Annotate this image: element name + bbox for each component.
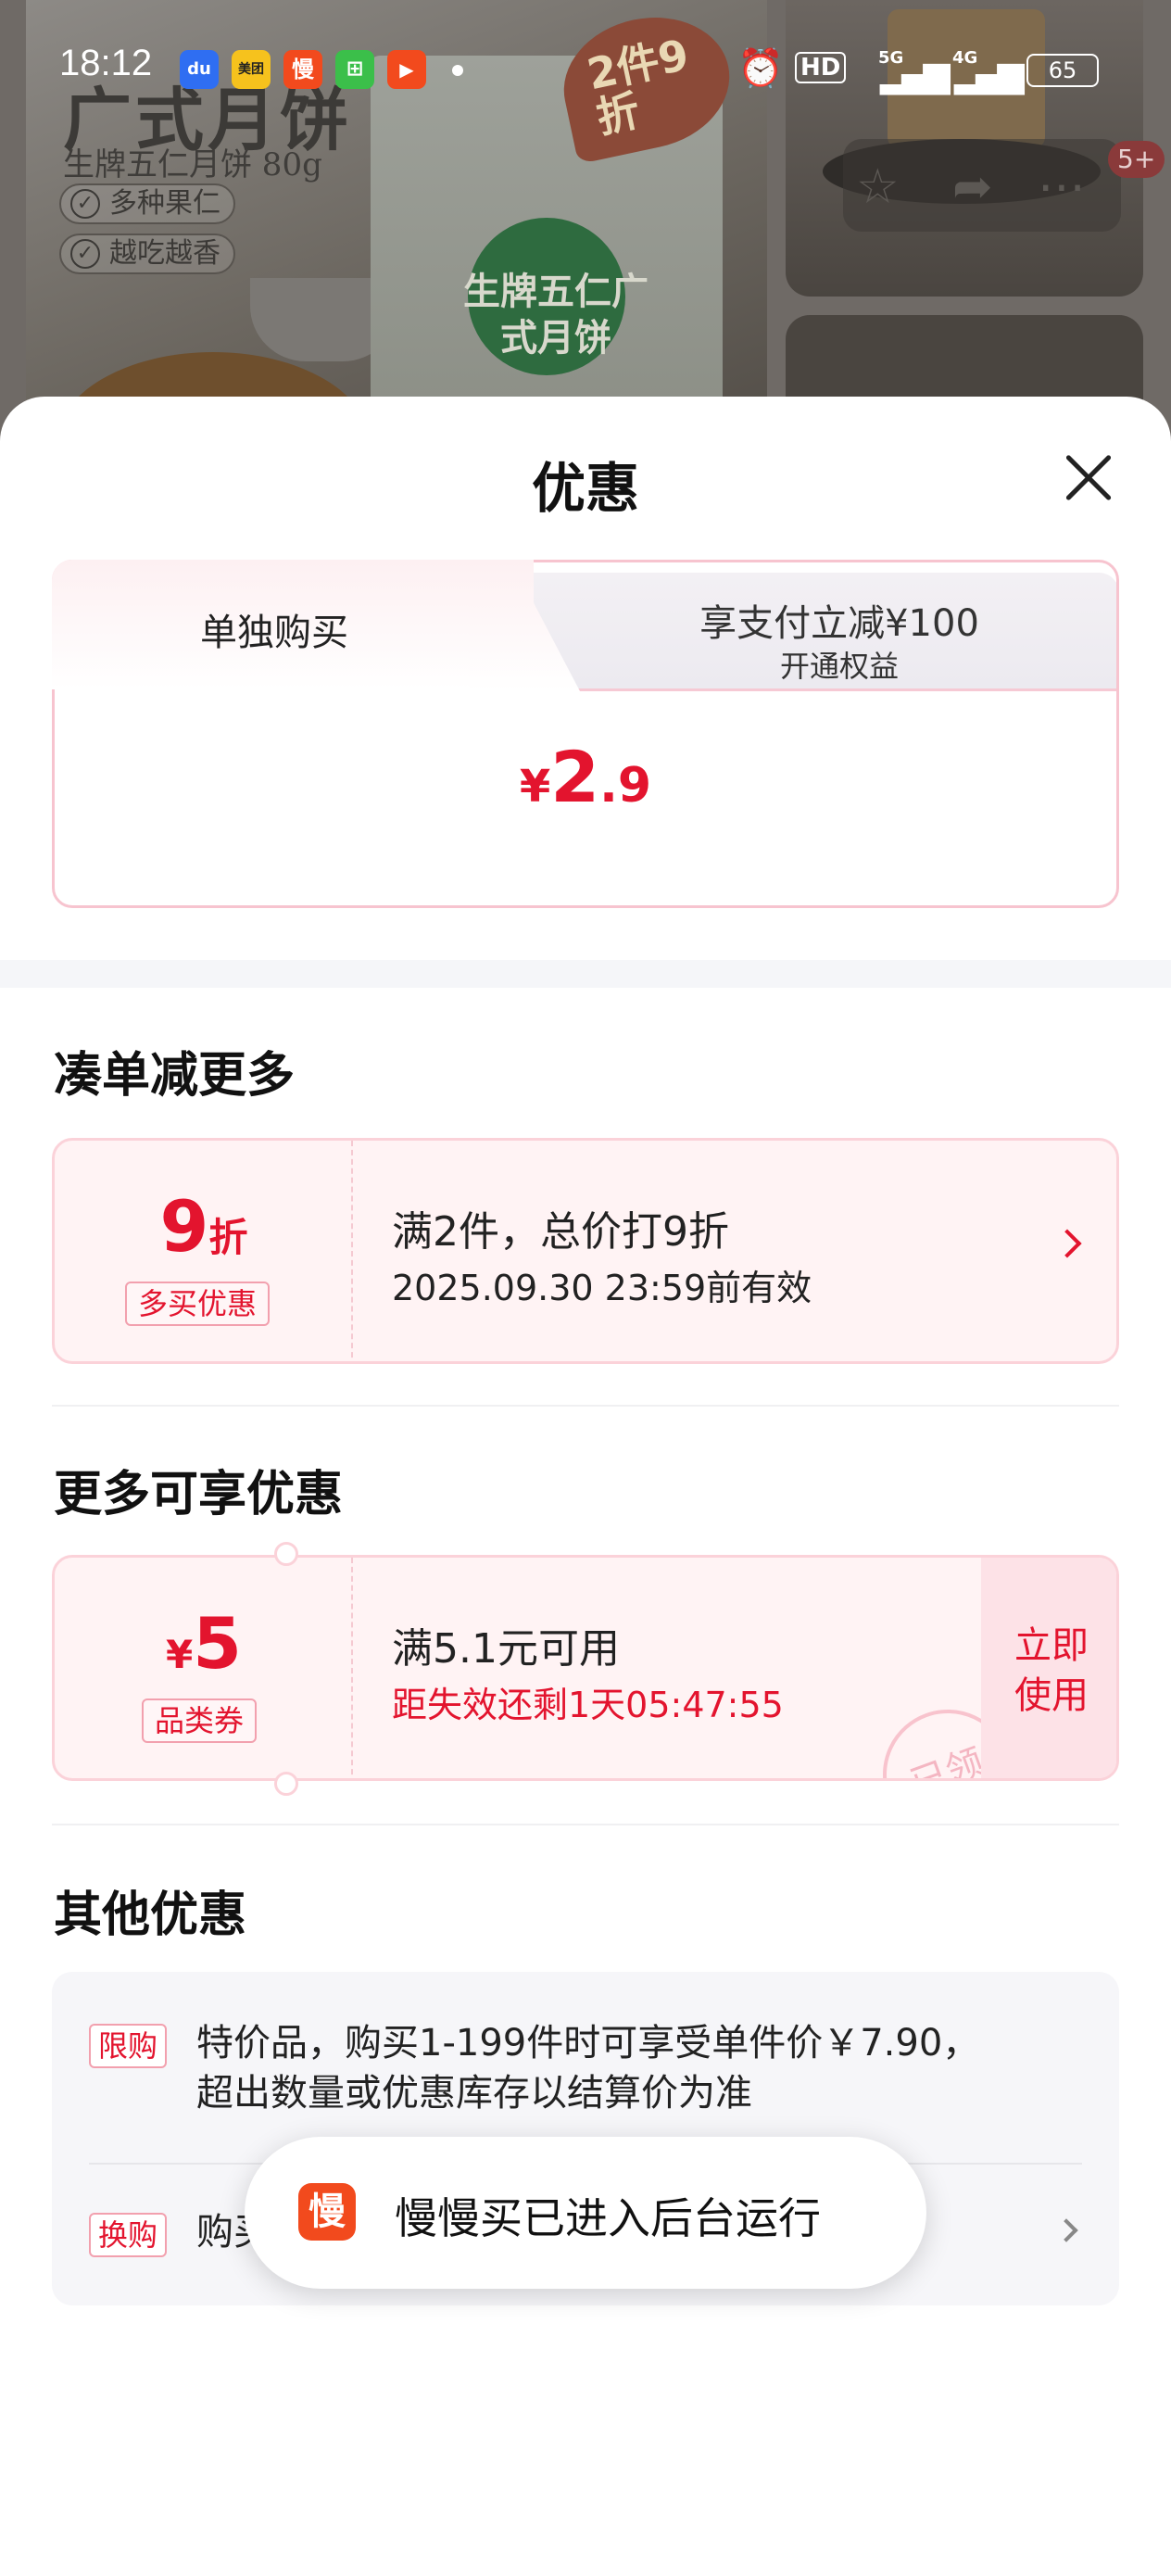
price-card: 享支付立减¥100 开通权益 单独购买 ¥2.9 <box>52 560 1119 908</box>
limit-tag: 限购 <box>89 2024 168 2068</box>
share-icon[interactable]: ➦ <box>952 159 993 215</box>
category-coupon-card[interactable]: ¥5 品类券 满5.1元可用 距失效还剩1天05:47:55 已领 立即 使用 <box>52 1555 1119 1781</box>
hd-icon: HD <box>795 52 847 83</box>
coupon-countdown: 距失效还剩1天05:47:55 <box>392 1685 784 1725</box>
chevron-right-icon[interactable] <box>1052 1229 1082 1258</box>
price-value: ¥2.9 <box>519 736 652 818</box>
video-icon: ▶ <box>387 50 426 89</box>
manman-app-icon: 慢 <box>298 2183 356 2241</box>
alarm-icon: ⏰ <box>737 47 784 90</box>
coupon-tag: 品类券 <box>142 1698 258 1743</box>
coupon-notch <box>274 1772 298 1796</box>
baidu-icon: du <box>180 50 219 89</box>
exchange-tag: 换购 <box>89 2213 168 2257</box>
feature-chip: ✓ 多种果仁 <box>59 183 235 224</box>
section-title-bundle: 凑单减更多 <box>54 1048 296 1104</box>
more-icon[interactable]: ⋯ <box>1038 159 1086 215</box>
divider <box>52 1824 1119 1825</box>
limit-text: 特价品，购买1-199件时可享受单件价￥7.90， 超出数量或优惠库存以结算价为… <box>196 2022 980 2115</box>
manman-icon: 慢 <box>283 50 322 89</box>
star-icon[interactable]: ☆ <box>856 159 900 215</box>
system-icons: ⏰ HD 5G ▂▄▆ 4G ▂▄▆ 65 <box>732 46 1140 95</box>
coupon-value: 9折 <box>159 1185 248 1268</box>
tab-single-purchase[interactable]: 单独购买 <box>52 560 534 689</box>
coupon-expiry: 2025.09.30 23:59前有效 <box>392 1268 812 1308</box>
product-subtitle: 生牌五仁月饼 80g <box>63 146 322 183</box>
bundle-discount-card[interactable]: 9折 多买优惠 满2件，总价打9折 2025.09.30 23:59前有效 <box>52 1138 1119 1364</box>
app-green-icon: ⊞ <box>335 50 374 89</box>
check-icon: ✓ <box>70 239 100 269</box>
sheet-title: 优惠 <box>531 457 639 520</box>
section-divider <box>0 960 1171 988</box>
signal-icon: ▂▄▆ <box>954 54 1025 95</box>
coupon-rule: 满2件，总价打9折 <box>392 1208 729 1256</box>
toast-message: 慢慢买已进入后台运行 <box>395 2193 821 2243</box>
meituan-icon: 美团 <box>232 50 271 89</box>
tab-label: 单独购买 <box>200 612 348 654</box>
use-now-button[interactable]: 立即 使用 <box>981 1558 1116 1778</box>
divider <box>52 1405 1119 1407</box>
chevron-right-icon[interactable] <box>1054 2218 1078 2242</box>
coupon-value-area: 9折 多买优惠 <box>55 1141 353 1361</box>
coupon-value: ¥5 <box>165 1602 243 1685</box>
feature-chip: ✓ 越吃越香 <box>59 234 235 274</box>
section-title-more: 更多可享优惠 <box>54 1467 344 1522</box>
battery-icon: 65 <box>1026 54 1099 87</box>
status-bar: 18:12 du 美团 慢 ⊞ ▶ ⏰ HD 5G ▂▄▆ 4G ▂▄▆ 65 <box>0 37 1171 102</box>
package-text: 生牌五仁广式月饼 <box>463 271 648 360</box>
more-notifications-icon <box>452 65 463 76</box>
section-title-other: 其他优惠 <box>54 1888 247 1943</box>
signal-icon: ▂▄▆ <box>880 54 951 95</box>
coupon-rule: 满5.1元可用 <box>392 1625 620 1673</box>
cart-count-badge: 5+ <box>1108 141 1165 178</box>
coupon-notch <box>274 1542 298 1566</box>
close-icon[interactable] <box>1056 445 1121 510</box>
clock: 18:12 <box>59 43 153 83</box>
action-bar: ☆ ➦ ⋯ <box>843 139 1121 232</box>
check-icon: ✓ <box>70 189 100 219</box>
background-running-toast: 慢 慢慢买已进入后台运行 <box>245 2137 926 2289</box>
coupon-tag: 多买优惠 <box>125 1282 271 1326</box>
coupon-value-area: ¥5 品类券 <box>55 1558 353 1778</box>
